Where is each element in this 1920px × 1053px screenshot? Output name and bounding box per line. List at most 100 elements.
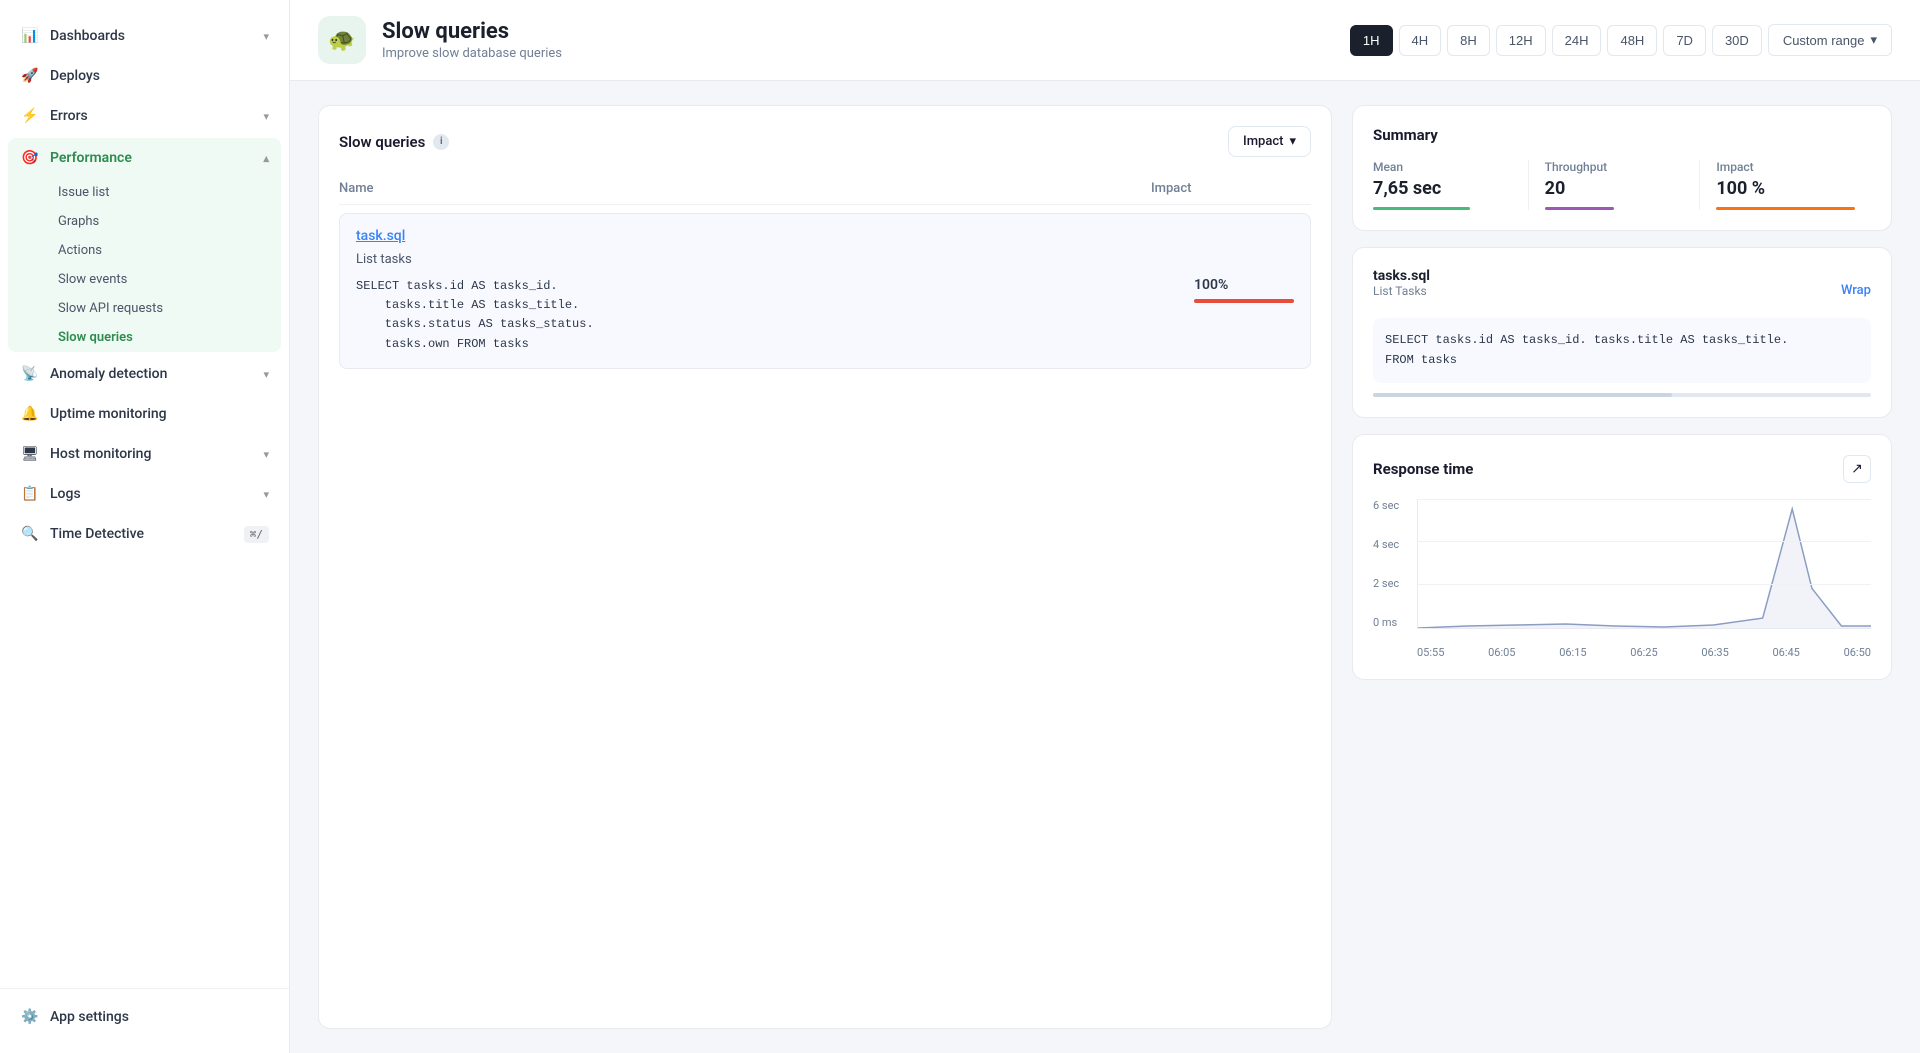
throughput-bar xyxy=(1545,207,1614,210)
chart-x-labels: 05:55 06:05 06:15 06:25 06:35 06:45 06:5… xyxy=(1417,640,1871,659)
custom-range-button[interactable]: Custom range ▾ xyxy=(1768,24,1892,56)
summary-title: Summary xyxy=(1373,126,1871,144)
sidebar-item-slow-queries[interactable]: Slow queries xyxy=(58,323,281,352)
query-sql-text: SELECT tasks.id AS tasks_id. tasks.title… xyxy=(356,277,1178,354)
queries-table-header: Name Impact xyxy=(339,173,1311,205)
header-left: 🐢 Slow queries Improve slow database que… xyxy=(318,16,562,64)
throughput-value: 20 xyxy=(1545,178,1684,199)
sidebar-label-timedetective: Time Detective xyxy=(50,526,144,542)
header-text: Slow queries Improve slow database queri… xyxy=(382,19,562,61)
time-filter-group: 1H 4H 8H 12H 24H 48H 7D 30D Custom range… xyxy=(1350,24,1892,56)
summary-card: Summary Mean 7,65 sec Throughput 20 Impa… xyxy=(1352,105,1892,231)
detail-subtitle: List Tasks xyxy=(1373,284,1430,298)
metric-throughput: Throughput 20 xyxy=(1528,160,1700,210)
chevron-down-icon: ▾ xyxy=(263,30,269,43)
sidebar-item-graphs[interactable]: Graphs xyxy=(58,207,281,236)
chart-area-fill xyxy=(1418,509,1871,628)
chart-area: 6 sec 4 sec 2 sec 0 ms xyxy=(1373,499,1871,659)
x-label-0605: 06:05 xyxy=(1488,646,1515,659)
impact-label: Impact xyxy=(1716,160,1855,174)
time-btn-4h[interactable]: 4H xyxy=(1399,25,1442,56)
export-icon: ↗ xyxy=(1851,461,1863,477)
sidebar: 📊 Dashboards ▾ 🚀 Deploys ⚡ Errors ▾ 🎯 Pe… xyxy=(0,0,290,1053)
queries-card: Slow queries i Impact ▾ Name Impact task… xyxy=(318,105,1332,1029)
info-icon[interactable]: i xyxy=(433,134,449,150)
export-chart-button[interactable]: ↗ xyxy=(1843,455,1871,483)
detail-header-left: tasks.sql List Tasks xyxy=(1373,268,1430,312)
page-icon: 🐢 xyxy=(318,16,366,64)
chevron-down-icon: ▾ xyxy=(263,368,269,381)
sidebar-item-slow-events[interactable]: Slow events xyxy=(58,265,281,294)
sidebar-label-host: Host monitoring xyxy=(50,446,151,462)
sidebar-label-uptime: Uptime monitoring xyxy=(50,406,167,422)
page-header: 🐢 Slow queries Improve slow database que… xyxy=(290,0,1920,81)
time-btn-7d[interactable]: 7D xyxy=(1663,25,1706,56)
deploys-icon: 🚀 xyxy=(20,66,40,86)
sidebar-item-uptime[interactable]: 🔔 Uptime monitoring xyxy=(0,394,289,434)
time-btn-12h[interactable]: 12H xyxy=(1496,25,1546,56)
sidebar-item-actions[interactable]: Actions xyxy=(58,236,281,265)
y-label-2sec: 2 sec xyxy=(1373,577,1413,590)
y-label-6sec: 6 sec xyxy=(1373,499,1413,512)
page-subtitle: Improve slow database queries xyxy=(382,46,562,61)
col-header-name: Name xyxy=(339,181,1151,196)
sidebar-item-issue-list[interactable]: Issue list xyxy=(58,178,281,207)
sidebar-item-timedetective[interactable]: 🔍 Time Detective ⌘/ xyxy=(0,514,289,554)
x-label-0645: 06:45 xyxy=(1772,646,1799,659)
query-content: SELECT tasks.id AS tasks_id. tasks.title… xyxy=(356,277,1294,354)
settings-icon: ⚙️ xyxy=(20,1007,40,1027)
dropdown-arrow-icon: ▾ xyxy=(1870,32,1877,48)
sidebar-label-app-settings: App settings xyxy=(50,1009,129,1025)
y-label-0ms: 0 ms xyxy=(1373,616,1413,629)
query-description: List tasks xyxy=(356,252,1294,267)
sidebar-item-slow-api-requests[interactable]: Slow API requests xyxy=(58,294,281,323)
sidebar-label-logs: Logs xyxy=(50,486,81,502)
sidebar-item-app-settings[interactable]: ⚙️ App settings xyxy=(0,997,289,1037)
main-content: 🐢 Slow queries Improve slow database que… xyxy=(290,0,1920,1053)
sidebar-item-logs[interactable]: 📋 Logs ▾ xyxy=(0,474,289,514)
time-btn-1h[interactable]: 1H xyxy=(1350,25,1393,56)
mean-label: Mean xyxy=(1373,160,1512,174)
x-label-0615: 06:15 xyxy=(1559,646,1586,659)
chevron-down-icon: ▾ xyxy=(263,448,269,461)
timedetective-icon: 🔍 xyxy=(20,524,40,544)
detail-card: tasks.sql List Tasks Wrap SELECT tasks.i… xyxy=(1352,247,1892,418)
detail-scrollbar[interactable] xyxy=(1373,393,1871,397)
sidebar-item-errors[interactable]: ⚡ Errors ▾ xyxy=(0,96,289,136)
sidebar-label-performance: Performance xyxy=(50,150,132,166)
sidebar-item-deploys[interactable]: 🚀 Deploys xyxy=(0,56,289,96)
x-label-0625: 06:25 xyxy=(1630,646,1657,659)
sort-dropdown[interactable]: Impact ▾ xyxy=(1228,126,1311,157)
query-row-header: task.sql xyxy=(356,228,1294,244)
time-btn-24h[interactable]: 24H xyxy=(1552,25,1602,56)
metric-impact: Impact 100 % xyxy=(1699,160,1871,210)
sidebar-item-dashboards[interactable]: 📊 Dashboards ▾ xyxy=(0,16,289,56)
impact-bar xyxy=(1716,207,1855,210)
time-btn-30d[interactable]: 30D xyxy=(1712,25,1762,56)
sidebar-item-performance[interactable]: 🎯 Performance ▴ xyxy=(8,138,281,178)
sidebar-item-anomaly[interactable]: 📡 Anomaly detection ▾ xyxy=(0,354,289,394)
page-title: Slow queries xyxy=(382,19,562,44)
sort-chevron-icon: ▾ xyxy=(1289,134,1296,149)
time-btn-48h[interactable]: 48H xyxy=(1607,25,1657,56)
host-icon: 🖥 xyxy=(20,444,40,464)
performance-icon: 🎯 xyxy=(20,148,40,168)
query-impact-percent: 100% xyxy=(1194,277,1228,293)
chart-plot-area xyxy=(1417,499,1871,629)
summary-metrics: Mean 7,65 sec Throughput 20 Impact 100 % xyxy=(1373,160,1871,210)
left-panel: Slow queries i Impact ▾ Name Impact task… xyxy=(318,105,1332,1029)
detail-title: tasks.sql xyxy=(1373,268,1430,284)
logs-icon: 📋 xyxy=(20,484,40,504)
impact-bar xyxy=(1194,299,1294,303)
col-header-impact: Impact xyxy=(1151,181,1311,196)
time-btn-8h[interactable]: 8H xyxy=(1447,25,1490,56)
table-row: task.sql List tasks SELECT tasks.id AS t… xyxy=(339,213,1311,369)
sidebar-item-host[interactable]: 🖥 Host monitoring ▾ xyxy=(0,434,289,474)
x-label-0555: 05:55 xyxy=(1417,646,1444,659)
chart-card: Response time ↗ 6 sec 4 sec 2 sec 0 ms xyxy=(1352,434,1892,680)
wrap-button[interactable]: Wrap xyxy=(1841,283,1871,298)
y-label-4sec: 4 sec xyxy=(1373,538,1413,551)
chevron-down-icon: ▾ xyxy=(263,110,269,123)
query-file-link[interactable]: task.sql xyxy=(356,228,405,244)
mean-bar xyxy=(1373,207,1470,210)
